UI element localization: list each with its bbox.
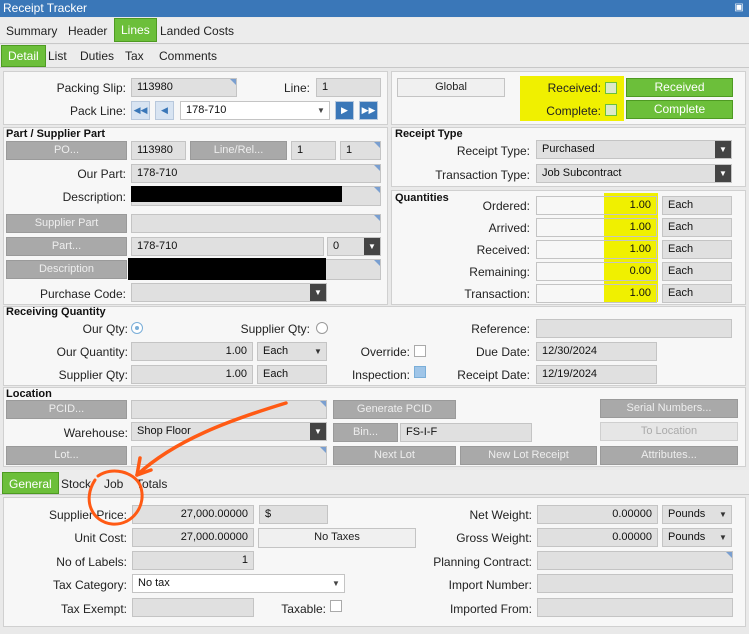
annotation-circle bbox=[87, 469, 144, 526]
annotation-overlay bbox=[87, 401, 288, 526]
annotation-arrow-line bbox=[135, 401, 288, 477]
